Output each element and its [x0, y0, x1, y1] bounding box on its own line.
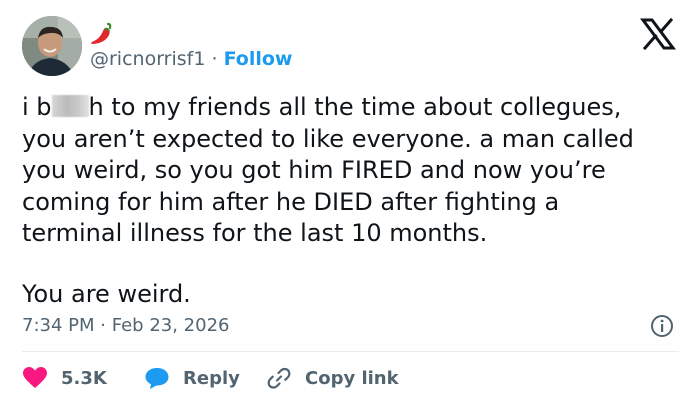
tweet-text-closing: You are weird.	[22, 280, 191, 308]
copy-link-button[interactable]: Copy link	[266, 364, 399, 392]
tweet-text-body: you aren’t expected to like everyone. a …	[22, 124, 634, 248]
author-row: @ricnorrisf1 · Follow	[90, 47, 293, 71]
meta-separator-dot: ·	[100, 315, 106, 336]
copy-link-label: Copy link	[305, 367, 399, 389]
reply-bubble-icon	[145, 368, 169, 389]
tweet-text-line1: h to my friends all the time about colle…	[88, 93, 622, 121]
tweet-timestamp[interactable]: 7:34 PM · Feb 23, 2026	[22, 314, 229, 338]
tweet-text: i b h to my friends all the time about co…	[22, 92, 688, 250]
reply-button[interactable]: Reply	[144, 364, 240, 392]
x-logo-icon[interactable]	[640, 18, 676, 50]
tweet-text-start: i b	[22, 93, 52, 121]
tweet-time: 7:34 PM	[22, 315, 95, 336]
like-count: 5.3K	[61, 367, 107, 389]
reply-label: Reply	[183, 367, 240, 389]
author-handle[interactable]: @ricnorrisf1	[90, 48, 205, 70]
tweet-date: Feb 23, 2026	[111, 315, 230, 336]
avatar[interactable]	[22, 16, 82, 76]
link-icon	[267, 367, 291, 389]
info-icon[interactable]	[650, 314, 674, 338]
heart-icon	[23, 367, 47, 388]
like-button[interactable]: 5.3K	[22, 364, 107, 392]
follow-button[interactable]: Follow	[224, 48, 293, 70]
separator-dot: ·	[211, 48, 218, 70]
divider	[22, 351, 679, 352]
censor-blur	[51, 95, 89, 117]
chili-pepper-icon	[91, 22, 112, 44]
